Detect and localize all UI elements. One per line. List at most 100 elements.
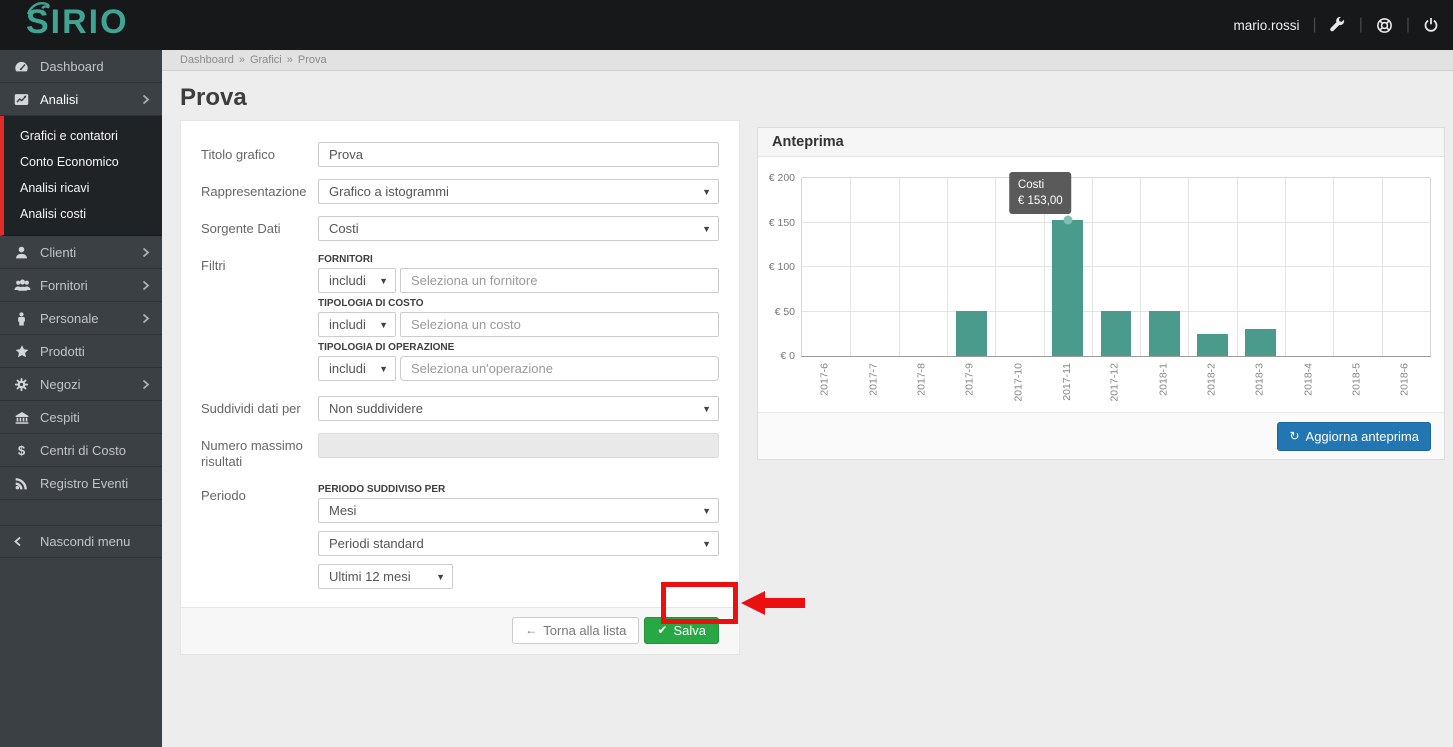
breadcrumb-item[interactable]: Grafici xyxy=(250,54,282,66)
tooltip-value: € 153,00 xyxy=(1017,194,1063,207)
y-axis-tick-label: € 0 xyxy=(780,350,795,362)
caret-down-icon: ▼ xyxy=(436,571,445,582)
breadcrumb-item[interactable]: Prova xyxy=(298,54,327,66)
periodo-label: Periodo xyxy=(201,487,246,503)
star-icon xyxy=(14,344,40,359)
bank-icon xyxy=(14,410,40,425)
x-axis-tick-label: 2017-10 xyxy=(1012,363,1025,402)
filter-mode-select[interactable]: includi ▼ xyxy=(318,268,396,293)
support-icon[interactable] xyxy=(1376,17,1393,34)
sidebar-item-cespiti[interactable]: Cespiti xyxy=(0,401,162,434)
sidebar-item-negozi[interactable]: Negozi xyxy=(0,368,162,401)
submenu-item-analisi-costi[interactable]: Analisi costi xyxy=(4,201,162,227)
tooltip-series: Costi xyxy=(1017,178,1045,191)
chevron-right-icon xyxy=(142,247,150,258)
power-icon[interactable] xyxy=(1423,17,1439,33)
filter-value-input[interactable] xyxy=(400,312,719,337)
filter-group-label: TIPOLOGIA DI OPERAZIONE xyxy=(318,342,455,353)
sidebar-item-clienti[interactable]: Clienti xyxy=(0,236,162,269)
chart-plot: € 0 € 50 € 100 € 150 € 200 2017-6 2017-7 2017-8… xyxy=(769,171,1431,402)
sidebar-item-nascondi-menu[interactable]: Nascondi menu xyxy=(0,525,162,558)
sidebar-item-label: Cespiti xyxy=(40,409,80,425)
logo-dragon-icon xyxy=(26,1,50,15)
breadcrumb-item[interactable]: Dashboard xyxy=(180,54,234,66)
chart-bar-2018-1[interactable] xyxy=(1148,310,1180,356)
gauge-icon xyxy=(14,59,40,74)
sirio-logo[interactable]: SIRIO xyxy=(26,1,129,42)
numero-massimo-label: Numero massimo risultati xyxy=(201,438,303,470)
sidebar-item-label: Analisi xyxy=(40,91,79,107)
periodo-range-select[interactable]: Ultimi 12 mesi ▼ xyxy=(318,563,453,589)
sorgente-dati-label: Sorgente Dati xyxy=(201,221,281,236)
caret-down-icon: ▼ xyxy=(702,224,711,234)
x-axis-tick-label: 2017-12 xyxy=(1109,363,1121,402)
rappresentazione-label: Rappresentazione xyxy=(201,184,307,199)
chart-bar-2017-9[interactable] xyxy=(955,310,987,356)
sidebar-item-label: Fornitori xyxy=(40,277,88,293)
periodo-suddiviso-label: PERIODO SUDDIVISO PER xyxy=(318,483,446,495)
sidebar-item-label: Centri di Costo xyxy=(40,442,126,458)
wrench-icon[interactable] xyxy=(1329,17,1346,33)
sidebar-item-centri-di-costo[interactable]: $ Centri di Costo xyxy=(0,434,162,467)
person-icon xyxy=(14,311,40,326)
chart-bar-2018-2[interactable] xyxy=(1197,333,1229,356)
username[interactable]: mario.rossi xyxy=(1234,18,1300,33)
suddividi-select[interactable]: Non suddividere ▼ xyxy=(318,396,719,421)
sidebar-item-dashboard[interactable]: Dashboard xyxy=(0,50,162,83)
sidebar-item-label: Personale xyxy=(40,310,99,326)
chart-bar-2017-11[interactable] xyxy=(1052,219,1084,356)
filter-mode-select[interactable]: includi ▼ xyxy=(318,312,396,337)
user-icon xyxy=(14,245,40,260)
dollar-icon: $ xyxy=(14,443,40,458)
x-axis-tick-label: 2018-4 xyxy=(1302,363,1315,396)
sidebar-item-label: Nascondi menu xyxy=(40,534,131,549)
sidebar-item-personale[interactable]: Personale xyxy=(0,302,162,335)
filter-value-input[interactable] xyxy=(400,356,719,381)
submenu-item-conto-economico[interactable]: Conto Economico xyxy=(4,149,162,175)
submenu-item-analisi-ricavi[interactable]: Analisi ricavi xyxy=(4,175,162,201)
caret-down-icon: ▼ xyxy=(379,364,388,374)
chart-icon xyxy=(14,92,40,107)
chart-bar-2018-3[interactable] xyxy=(1245,329,1277,356)
refresh-icon: ↻ xyxy=(1289,429,1300,443)
sidebar-item-label: Registro Eventi xyxy=(40,475,129,491)
x-axis-tick-label: 2018-1 xyxy=(1157,363,1170,396)
titolo-grafico-input[interactable] xyxy=(318,142,719,167)
sidebar-item-prodotti[interactable]: Prodotti xyxy=(0,335,162,368)
sidebar-item-fornitori[interactable]: Fornitori xyxy=(0,269,162,302)
users-icon xyxy=(14,278,40,293)
chart-area: € 0 € 50 € 100 € 150 € 200 2017-6 2017-7 2017-8… xyxy=(758,157,1444,412)
caret-down-icon: ▼ xyxy=(702,404,711,414)
numero-massimo-input xyxy=(318,433,719,458)
torna-alla-lista-button[interactable]: ← Torna alla lista xyxy=(512,616,640,644)
filter-group-label: TIPOLOGIA DI COSTO xyxy=(318,298,424,309)
filtri-label: Filtri xyxy=(201,258,226,273)
y-axis-tick-label: € 150 xyxy=(768,216,795,229)
periodo-suddiviso-select[interactable]: Mesi ▼ xyxy=(318,497,719,523)
chevron-right-icon xyxy=(142,94,150,105)
x-axis-tick-label: 2018-3 xyxy=(1253,363,1266,396)
chevron-right-icon xyxy=(142,280,150,291)
sidebar-item-label: Dashboard xyxy=(40,58,104,74)
filter-mode-select[interactable]: includi ▼ xyxy=(318,356,396,381)
sidebar-item-registro-eventi[interactable]: Registro Eventi xyxy=(0,467,162,500)
aggiorna-anteprima-button[interactable]: ↻ Aggiorna anteprima xyxy=(1277,421,1431,451)
svg-text:$: $ xyxy=(18,443,26,458)
chart-bar-2017-12[interactable] xyxy=(1100,310,1132,356)
sorgente-dati-select[interactable]: Costi ▼ xyxy=(318,216,719,241)
y-axis-tick-label: € 200 xyxy=(768,172,795,184)
periodo-tipo-select[interactable]: Periodi standard ▼ xyxy=(318,530,719,556)
salva-button[interactable]: ✔ Salva xyxy=(644,616,719,644)
sidebar-item-analisi[interactable]: Analisi xyxy=(0,83,162,116)
anteprima-title: Anteprima xyxy=(758,128,1444,157)
sidebar-item-label: Prodotti xyxy=(40,343,85,359)
sidebar-item-label: Negozi xyxy=(40,376,81,392)
x-axis-tick-label: 2018-6 xyxy=(1398,363,1411,396)
rappresentazione-select[interactable]: Grafico a istogrammi ▼ xyxy=(318,179,719,204)
filter-value-input[interactable] xyxy=(400,268,719,293)
sidebar-submenu-analisi: Grafici e contatori Conto Economico Analis… xyxy=(0,116,162,236)
x-axis-tick-label: 2018-5 xyxy=(1350,363,1363,396)
chevron-right-icon xyxy=(142,313,150,324)
submenu-item-grafici-e-contatori[interactable]: Grafici e contatori xyxy=(4,123,162,149)
sidebar: Dashboard Analisi Grafici e contatori Conto… xyxy=(0,50,162,747)
